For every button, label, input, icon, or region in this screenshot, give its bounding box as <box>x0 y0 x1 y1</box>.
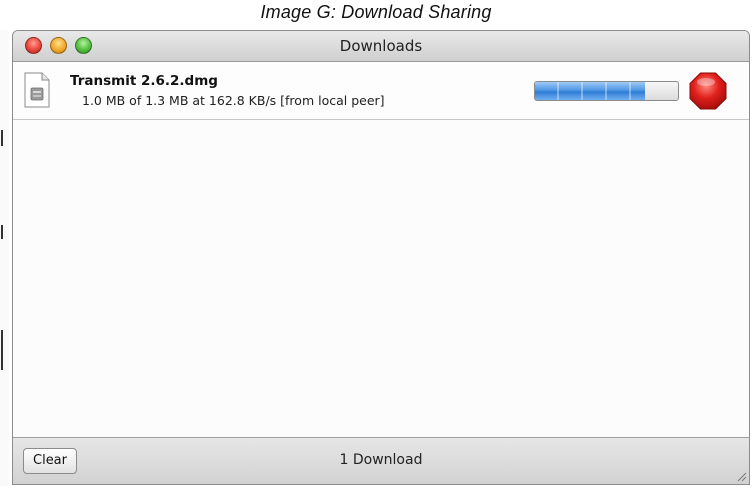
edge-text-fragment <box>1 225 3 239</box>
clear-button[interactable]: Clear <box>23 448 77 474</box>
title-bar[interactable]: Downloads <box>13 31 749 62</box>
status-bar: Clear 1 Download <box>13 437 749 484</box>
download-file-name: Transmit 2.6.2.dmg <box>70 73 218 89</box>
page: Image G: Download Sharing Downloads Tran… <box>0 0 752 488</box>
edge-text-fragment <box>1 130 3 146</box>
stop-download-button[interactable] <box>689 72 727 110</box>
download-status: 1.0 MB of 1.3 MB at 162.8 KB/s [from loc… <box>82 93 385 108</box>
download-item[interactable]: Transmit 2.6.2.dmg 1.0 MB of 1.3 MB at 1… <box>13 62 749 120</box>
download-progress-bar <box>534 81 679 101</box>
figure-caption: Image G: Download Sharing <box>260 2 492 22</box>
downloads-list[interactable]: Transmit 2.6.2.dmg 1.0 MB of 1.3 MB at 1… <box>13 62 749 439</box>
window-title: Downloads <box>339 37 423 55</box>
background-page-edge <box>0 30 9 486</box>
disk-image-icon <box>24 72 50 108</box>
downloads-window: Downloads Transmit 2.6.2.dmg 1.0 MB of 1… <box>12 30 750 485</box>
edge-text-fragment <box>1 330 3 370</box>
download-count-label: 1 Download <box>339 452 423 468</box>
resize-grip-icon[interactable] <box>735 470 747 482</box>
download-progress-fill <box>535 82 646 100</box>
